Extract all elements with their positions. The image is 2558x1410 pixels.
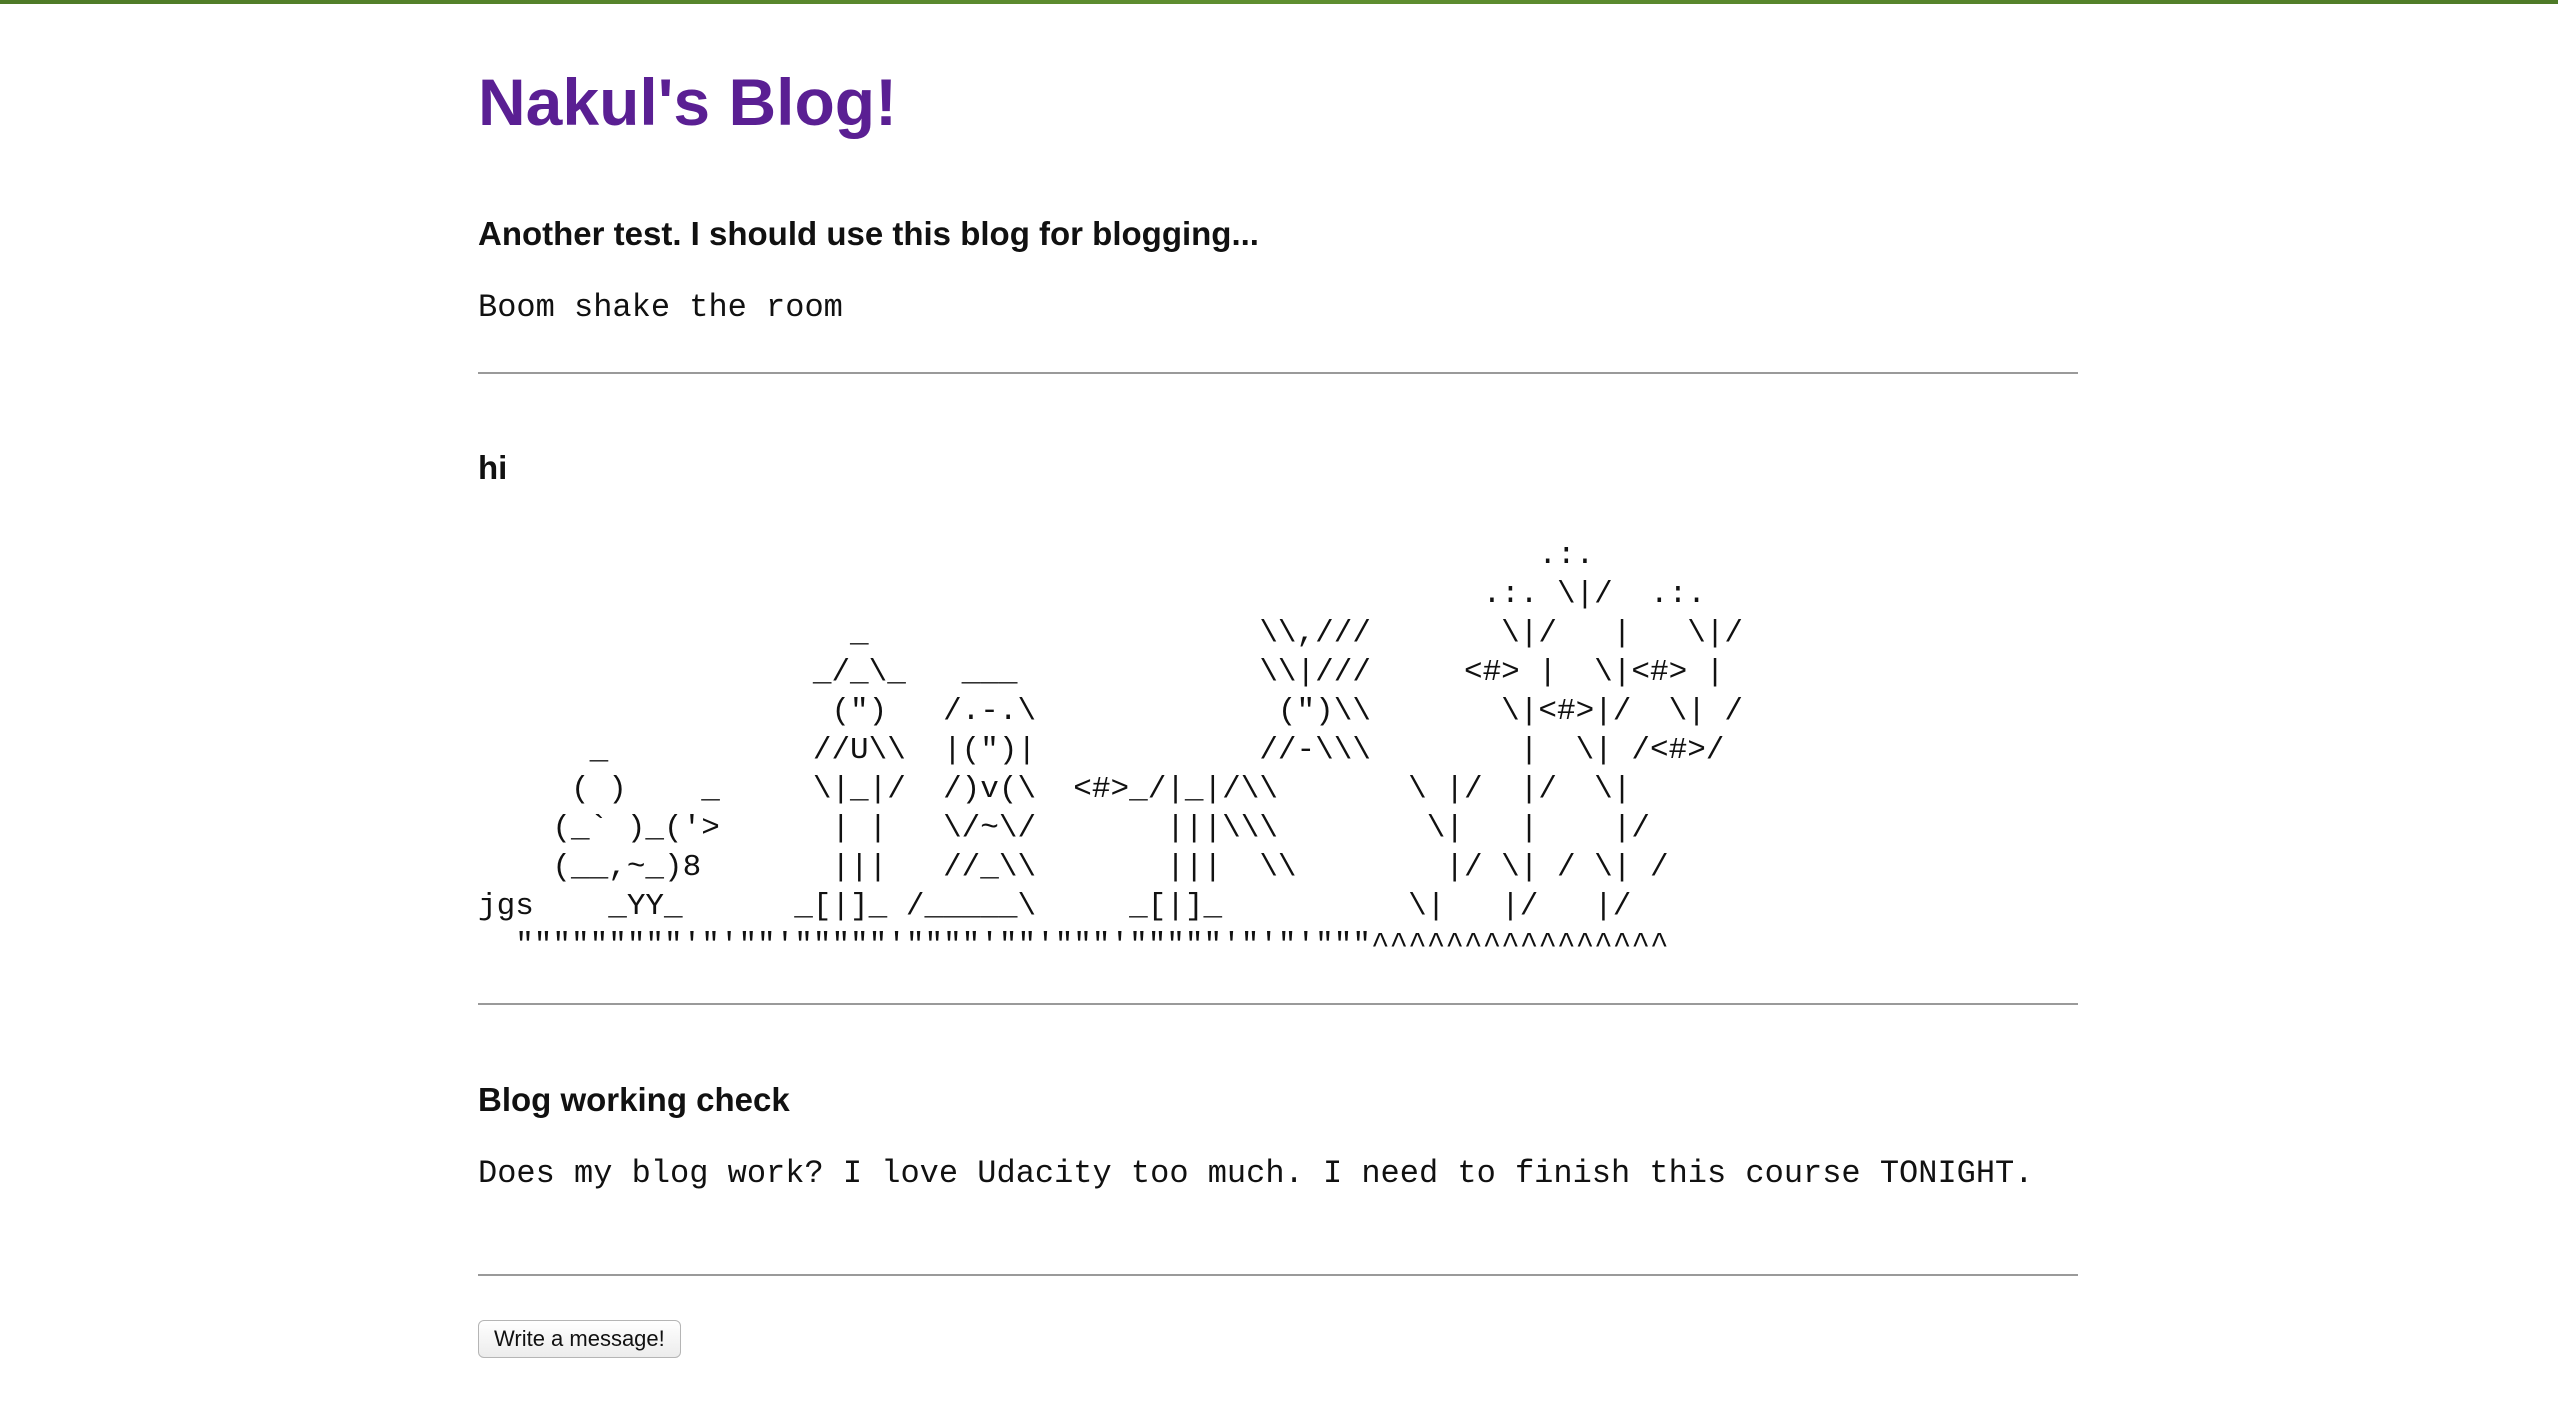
- post-subject: Another test. I should use this blog for…: [478, 215, 1259, 252]
- post-content: Does my blog work? I love Udacity too mu…: [478, 1155, 2034, 1192]
- top-accent-bar: [0, 0, 2558, 4]
- post-divider: [478, 1003, 2078, 1005]
- post-content: Boom shake the room: [478, 289, 843, 326]
- post-divider: [478, 372, 2078, 374]
- write-message-button[interactable]: Write a message!: [478, 1320, 681, 1358]
- post-subject: Blog working check: [478, 1081, 790, 1118]
- post: hi .:. .:. \|/ .:. _ \\,/// \|/ | \|/ _/…: [478, 448, 2078, 965]
- post: Blog working check Does my blog work? I …: [478, 1080, 2078, 1194]
- post-subject: hi: [478, 449, 508, 486]
- post-content-ascii-art: .:. .:. \|/ .:. _ \\,/// \|/ | \|/ _/_\_…: [478, 538, 1744, 963]
- post-divider: [478, 1274, 2078, 1276]
- post: Another test. I should use this blog for…: [478, 214, 2078, 328]
- blog-title-link[interactable]: Nakul's Blog!: [478, 62, 897, 142]
